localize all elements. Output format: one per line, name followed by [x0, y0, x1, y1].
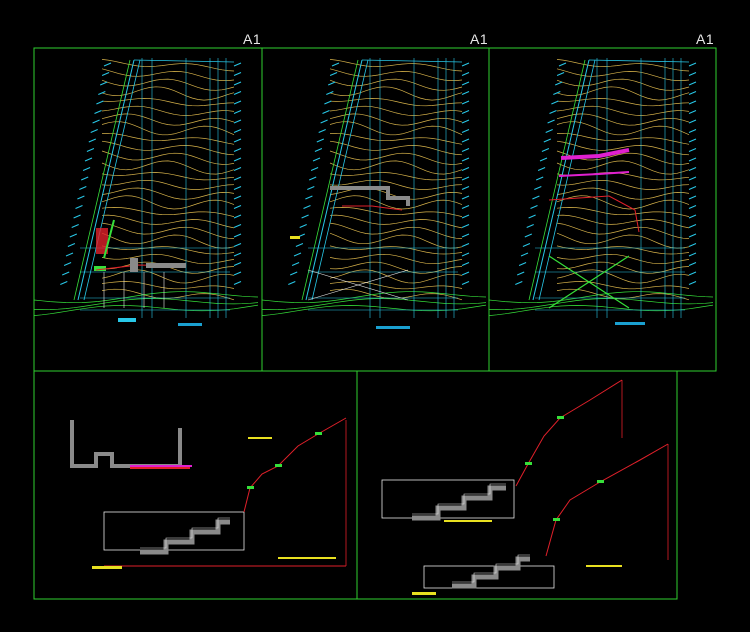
- title-tag: [376, 326, 410, 329]
- section-label: [444, 520, 492, 522]
- sheet-label-1: A1: [243, 31, 262, 47]
- sheet-label-2: A1: [470, 31, 489, 47]
- wall-hatch: [130, 258, 138, 272]
- detail-label: [248, 437, 272, 439]
- slope-marker: [315, 432, 322, 435]
- slope-marker: [525, 462, 532, 465]
- slope-marker: [597, 480, 604, 483]
- marker-block: [290, 236, 300, 239]
- wall-hatch: [146, 263, 186, 268]
- slope-marker: [557, 416, 564, 419]
- cad-drawing-canvas: [0, 0, 750, 632]
- section-label: [412, 592, 436, 595]
- slope-marker: [553, 518, 560, 521]
- title-tag: [178, 323, 202, 326]
- detail-label: [130, 465, 192, 467]
- title-tag: [615, 322, 645, 325]
- slope-marker: [275, 464, 282, 467]
- marker-block: [94, 266, 106, 271]
- sheet-label-3: A1: [696, 31, 715, 47]
- section-label: [586, 565, 622, 567]
- slope-marker: [247, 486, 254, 489]
- title-tag: [118, 318, 136, 322]
- section-label: [92, 566, 122, 569]
- canvas-background: [0, 0, 750, 632]
- section-label: [278, 557, 336, 559]
